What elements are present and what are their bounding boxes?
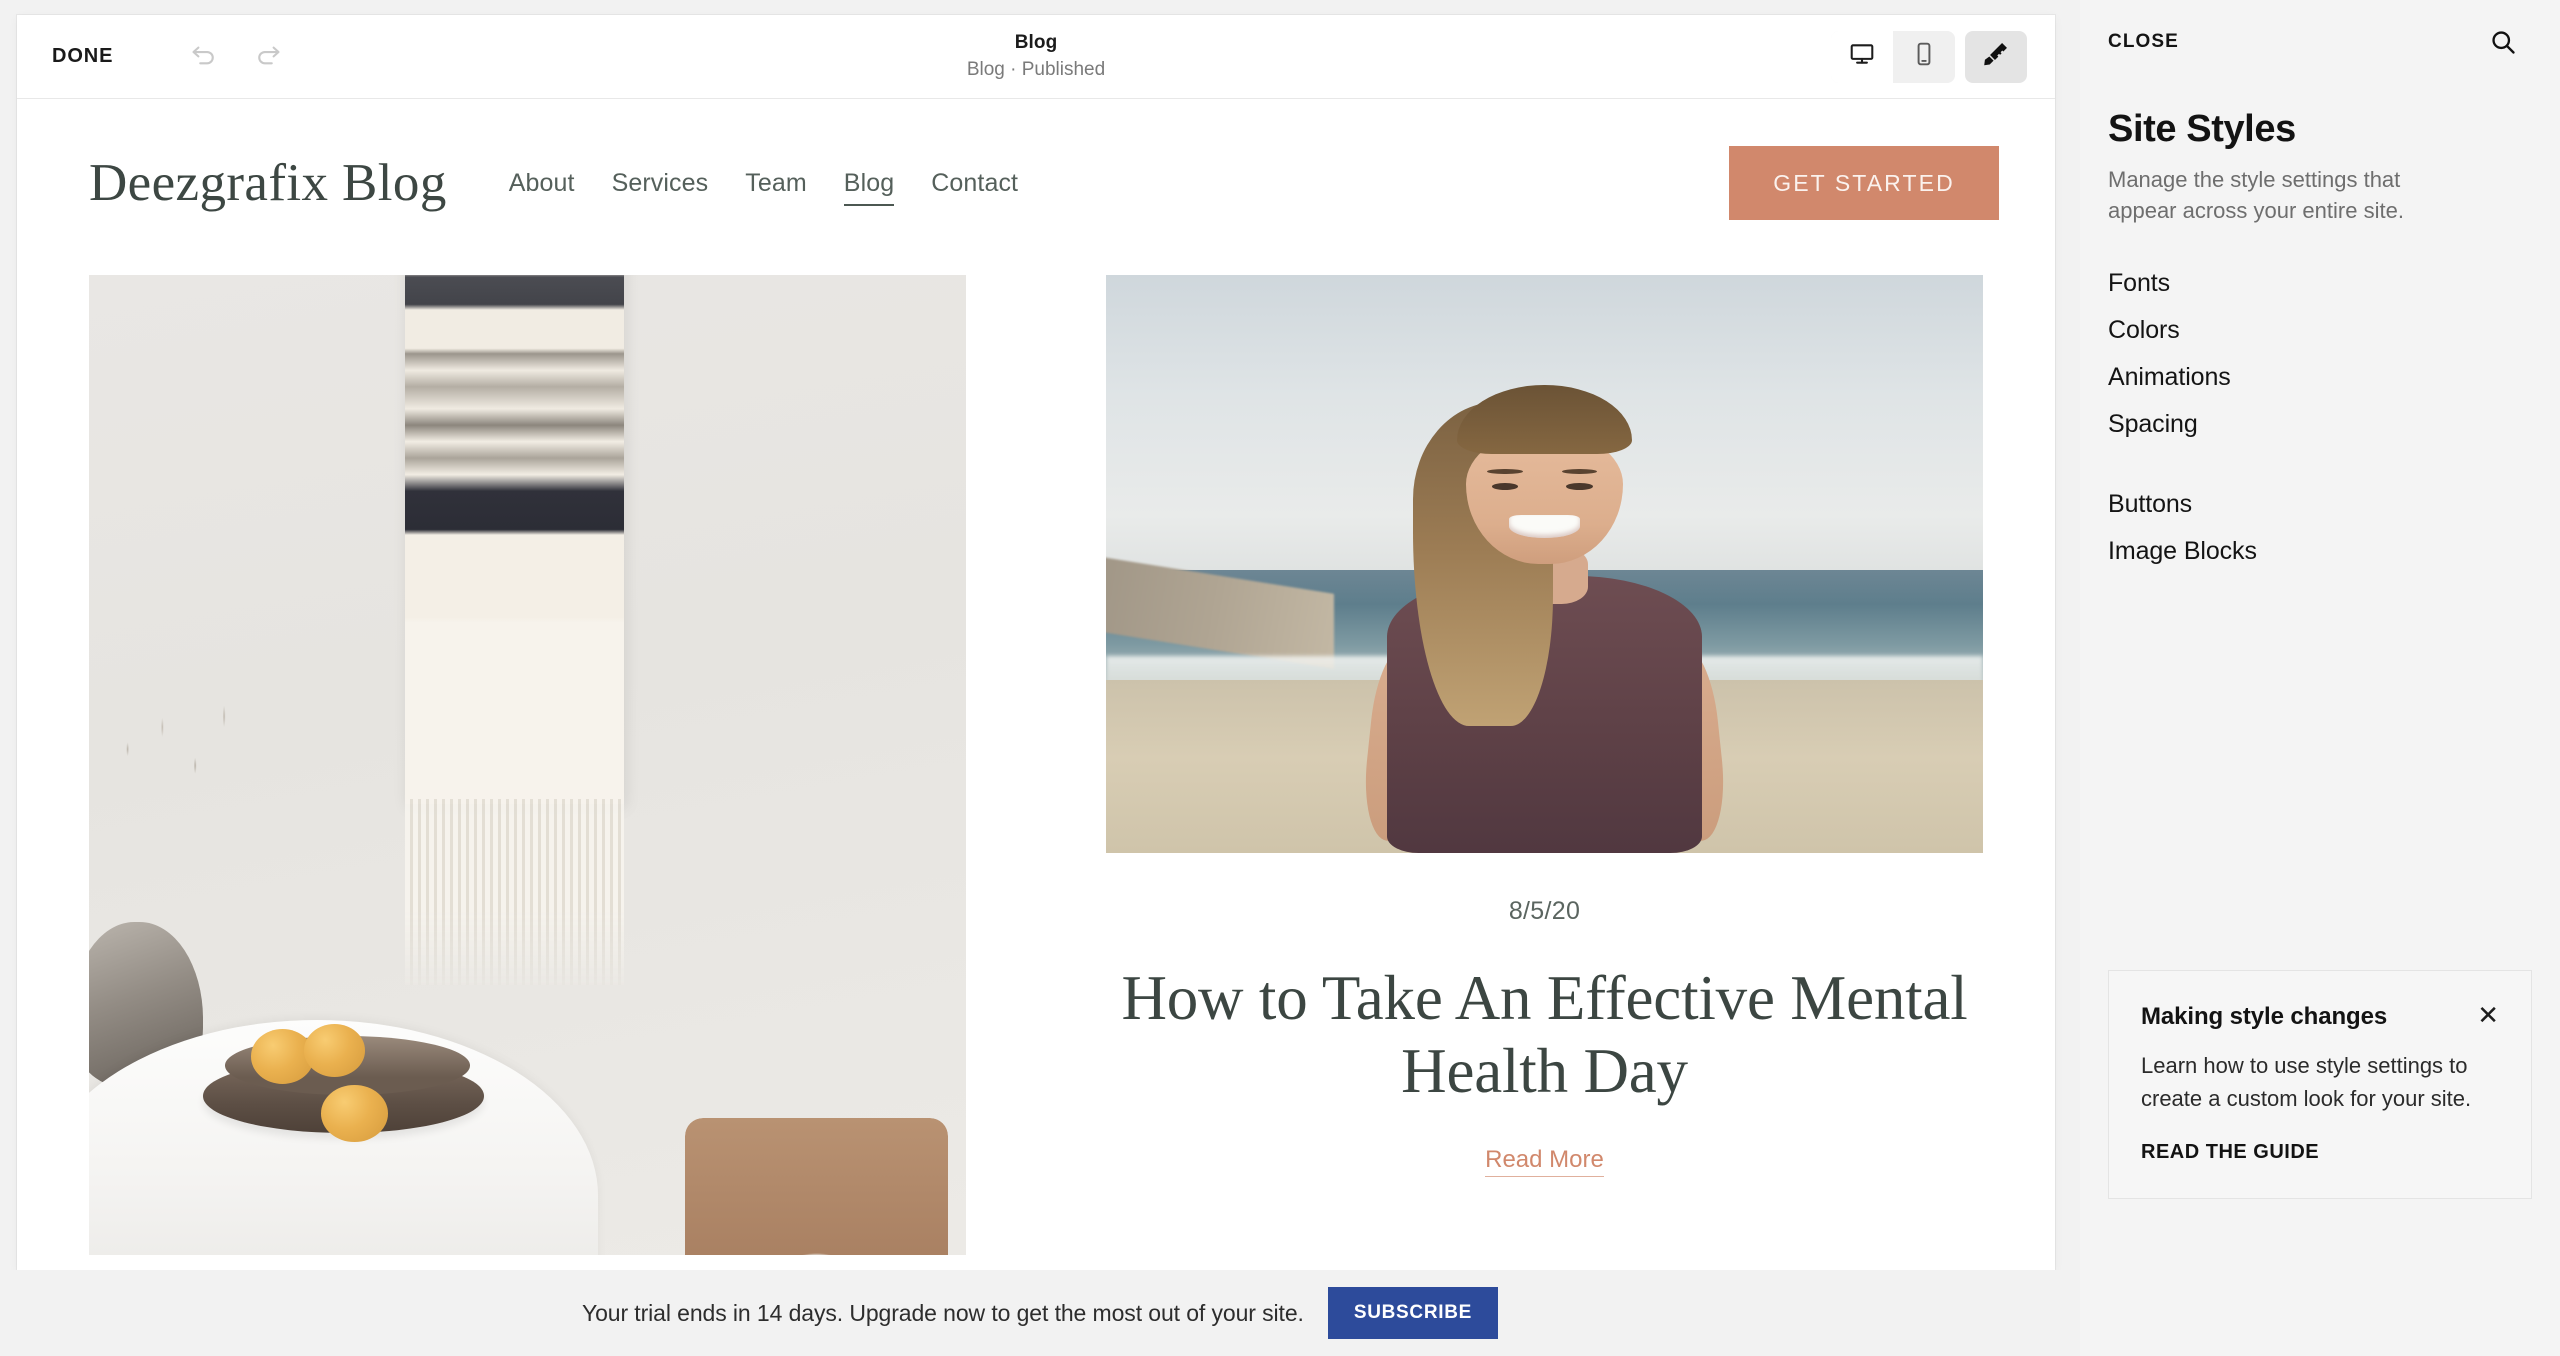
site-header: Deezgrafix Blog About Services Team Blog…: [17, 99, 2055, 227]
read-the-guide-link[interactable]: READ THE GUIDE: [2141, 1141, 2501, 1164]
menu-divider-gap: [2108, 448, 2532, 481]
site-content: Deezgrafix Blog About Services Team Blog…: [17, 99, 2055, 1271]
panel-item-animations[interactable]: Animations: [2108, 354, 2532, 401]
read-more-label: Read More: [1485, 1146, 1604, 1178]
post-date: 8/5/20: [1508, 897, 1581, 925]
subscribe-button[interactable]: SUBSCRIBE: [1327, 1287, 1499, 1339]
site-styles-panel: CLOSE Site Styles Manage the style setti…: [2080, 0, 2560, 1356]
tip-title: Making style changes: [2141, 1003, 2388, 1030]
toolbar-page-info: Blog Blog · Published: [17, 15, 2055, 98]
nav-item-services[interactable]: Services: [612, 169, 709, 203]
nav-item-blog[interactable]: Blog: [843, 169, 895, 206]
interior-photo-illustration: [89, 275, 966, 1255]
editor-toolbar: DONE Blog Blog · Published: [17, 15, 2055, 99]
trial-bar: Your trial ends in 14 days. Upgrade now …: [0, 1270, 2080, 1356]
read-more-link[interactable]: Read More: [1106, 1146, 1983, 1178]
panel-item-image-blocks[interactable]: Image Blocks: [2108, 528, 2532, 575]
desktop-monitor-icon: [1849, 41, 1875, 72]
toolbar-left-group: DONE: [17, 30, 295, 84]
panel-item-fonts[interactable]: Fonts: [2108, 260, 2532, 307]
panel-menu: Fonts Colors Animations Spacing Buttons …: [2108, 260, 2532, 575]
panel-item-spacing[interactable]: Spacing: [2108, 401, 2532, 448]
tip-header: Making style changes ✕: [2141, 1002, 2501, 1031]
device-desktop-button[interactable]: [1831, 30, 1893, 83]
editor-root: DONE Blog Blog · Published Deezgrafix Bl…: [0, 0, 2560, 1356]
close-x-icon[interactable]: ✕: [2475, 1002, 2501, 1028]
blog-post-item: 8/5/20 How to Take An Effective Mental H…: [1106, 275, 1983, 1255]
done-button[interactable]: DONE: [50, 39, 115, 74]
post-thumbnail-beach[interactable]: [1106, 275, 1983, 853]
panel-heading: Site Styles: [2108, 108, 2296, 150]
toolbar-right-group: [1831, 30, 2055, 83]
nav-item-team[interactable]: Team: [745, 169, 807, 203]
style-brush-button[interactable]: [1965, 30, 2027, 83]
panel-item-buttons[interactable]: Buttons: [2108, 481, 2532, 528]
search-icon[interactable]: [2486, 25, 2520, 59]
site-nav: About Services Team Blog Contact: [509, 163, 1018, 206]
page-title: Blog: [1014, 31, 1058, 53]
redo-arrow-icon[interactable]: [241, 30, 295, 84]
device-mobile-button[interactable]: [1893, 30, 1955, 83]
site-logo[interactable]: Deezgrafix Blog: [89, 153, 447, 213]
tip-body: Learn how to use style settings to creat…: [2141, 1053, 2472, 1111]
blog-post-grid: 8/5/20 How to Take An Effective Mental H…: [17, 227, 2055, 1255]
paintbrush-icon: [1982, 40, 2010, 73]
beach-portrait-illustration: [1106, 275, 1983, 853]
post-title[interactable]: How to Take An Effective Mental Health D…: [1106, 962, 1983, 1108]
panel-body: Site Styles Manage the style settings th…: [2080, 84, 2560, 575]
panel-topbar: CLOSE: [2080, 0, 2560, 84]
nav-item-about[interactable]: About: [509, 169, 575, 203]
get-started-button[interactable]: GET STARTED: [1729, 146, 1999, 220]
mobile-phone-icon: [1911, 41, 1937, 72]
site-preview-canvas: DONE Blog Blog · Published Deezgrafix Bl…: [17, 15, 2055, 1271]
close-panel-button[interactable]: CLOSE: [2108, 31, 2179, 53]
panel-subheading: Manage the style settings that appear ac…: [2108, 167, 2404, 224]
trial-message: Your trial ends in 14 days. Upgrade now …: [581, 1299, 1304, 1326]
post-thumbnail-interior[interactable]: [89, 275, 966, 1255]
panel-item-colors[interactable]: Colors: [2108, 307, 2532, 354]
page-status: Blog · Published: [966, 58, 1106, 80]
undo-arrow-icon[interactable]: [177, 30, 231, 84]
tip-card: Making style changes ✕ Learn how to use …: [2108, 970, 2532, 1199]
device-toggle-group: [1831, 30, 1955, 83]
nav-item-contact[interactable]: Contact: [931, 169, 1018, 203]
blog-post-item: [89, 275, 966, 1255]
